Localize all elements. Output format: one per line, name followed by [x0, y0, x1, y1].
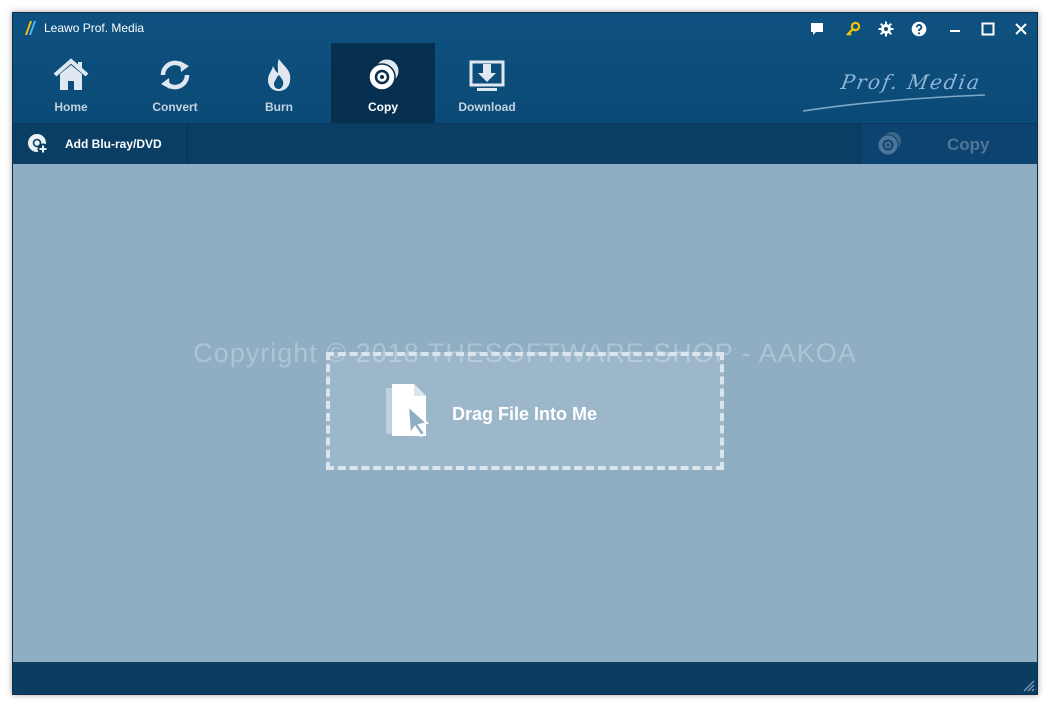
nav-copy-label: Copy	[368, 100, 398, 114]
nav-home-label: Home	[54, 100, 88, 114]
drop-zone[interactable]: Drag File Into Me	[326, 352, 724, 470]
help-icon	[911, 21, 927, 37]
minimize-button[interactable]	[944, 18, 966, 40]
gear-icon	[878, 21, 894, 37]
key-icon	[846, 21, 861, 36]
brand-text: Prof. Media	[838, 70, 983, 94]
feedback-button[interactable]	[806, 18, 828, 40]
add-bluray-dvd-label: Add Blu-ray/DVD	[65, 137, 162, 151]
resize-grip-icon[interactable]	[1023, 680, 1035, 692]
status-bar	[13, 662, 1037, 694]
title-bar: Leawo Prof. Media	[13, 13, 1037, 43]
close-icon	[1015, 23, 1027, 35]
minimize-icon	[950, 30, 960, 32]
copy-disc-icon	[877, 132, 901, 156]
close-button[interactable]	[1010, 18, 1032, 40]
copy-button[interactable]: Copy	[860, 124, 1037, 164]
window-title: Leawo Prof. Media	[44, 21, 145, 35]
drag-file-icon	[386, 384, 430, 438]
register-button[interactable]	[842, 18, 864, 40]
add-disc-icon	[28, 134, 49, 155]
toolbar: Add Blu-ray/DVD Copy	[13, 123, 1037, 164]
copy-button-label: Copy	[947, 135, 990, 154]
nav-download-label: Download	[458, 100, 516, 114]
add-bluray-dvd-button[interactable]: Add Blu-ray/DVD	[13, 124, 188, 164]
brand-logo: Prof. Media	[802, 70, 986, 112]
help-button[interactable]	[908, 18, 930, 40]
maximize-button[interactable]	[977, 18, 999, 40]
drop-zone-label: Drag File Into Me	[452, 404, 598, 424]
nav-convert-label: Convert	[152, 100, 198, 114]
convert-icon	[160, 60, 190, 90]
top-bar: Leawo Prof. Media Home Convert Burn Copy…	[13, 13, 1037, 123]
nav-copy[interactable]: Copy	[331, 43, 435, 123]
feedback-icon	[811, 23, 823, 35]
burn-icon	[268, 59, 291, 91]
nav-download[interactable]: Download	[435, 43, 539, 123]
maximize-icon	[981, 22, 995, 36]
download-icon	[469, 60, 505, 91]
nav-home[interactable]: Home	[19, 43, 123, 123]
home-icon	[53, 58, 89, 90]
copy-disc-icon	[368, 58, 400, 91]
app-logo-icon	[25, 21, 36, 35]
nav-convert[interactable]: Convert	[123, 43, 227, 123]
nav-burn[interactable]: Burn	[227, 43, 331, 123]
app-window: Leawo Prof. Media Home Convert Burn Copy…	[12, 12, 1038, 695]
settings-button[interactable]	[875, 18, 897, 40]
nav-burn-label: Burn	[265, 100, 293, 114]
